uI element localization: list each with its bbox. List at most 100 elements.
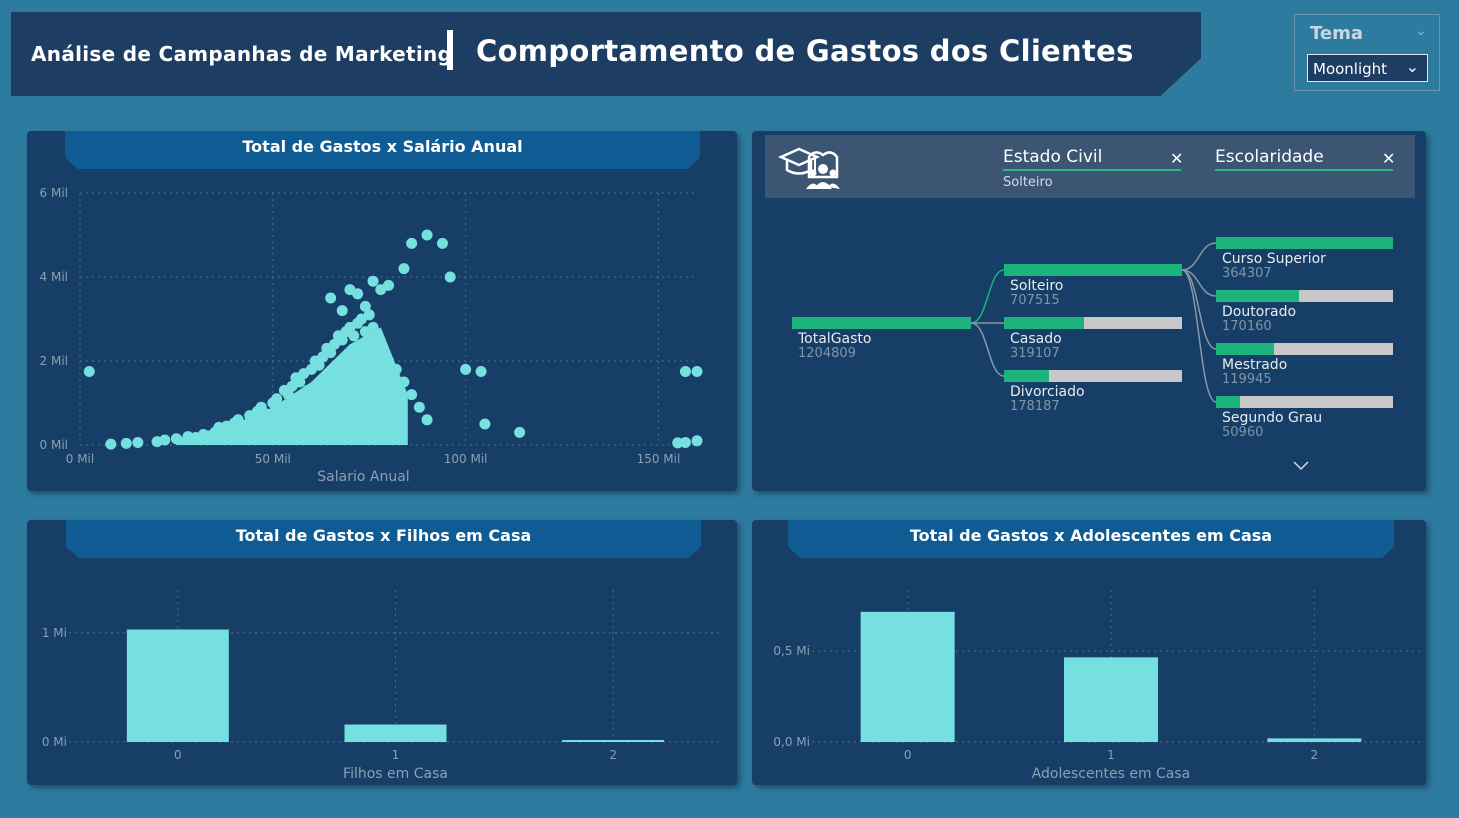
scatter-point [691,366,703,377]
tree-node-root[interactable]: TotalGasto 1204809 [792,317,971,362]
scatter-point [679,436,691,448]
node-value: 119945 [1222,372,1272,387]
node-value: 50960 [1222,425,1264,440]
node-value: 707515 [1010,293,1060,308]
scatter-point [259,408,271,419]
node-bar-fill [792,317,971,329]
x-tick-label: 1 [392,748,400,762]
node-label: Casado [1010,331,1062,347]
scatter-point [159,434,171,446]
node-label: Solteiro [1010,278,1064,294]
scatter-point [83,366,95,377]
node-bar-fill [1004,264,1182,276]
y-tick-label: 0,5 Mi [773,644,810,658]
node-bar-track [1216,396,1393,408]
node-label: Doutorado [1222,304,1297,320]
scatter-point [460,363,472,375]
scatter-point [398,263,410,275]
node-bar-fill [1216,290,1299,302]
scatter-chart[interactable]: 0 Mil 2 Mil 4 Mil 6 Mil 0 Mil 50 Mil 100 Mil 15… [27,131,737,491]
tree-node-mestrado[interactable]: Mestrado 119945 [1216,343,1393,388]
chevron-down-icon[interactable] [1291,459,1311,473]
node-value: 170160 [1222,319,1272,334]
theme-dropdown[interactable]: Moonlight ⌄ [1307,54,1428,82]
scatter-point [475,366,487,377]
x-tick-label: 2 [609,748,617,762]
x-tick-label: 0 Mil [66,452,94,466]
y-tick-label: 0 Mil [40,438,68,452]
node-label: TotalGasto [798,331,872,347]
adolescentes-bar-panel: Total de Gastos x Adolescentes em Casa 0… [752,520,1426,785]
y-tick-label: 6 Mil [40,186,68,200]
node-bar-fill [1216,343,1274,355]
x-tick-label: 2 [1311,748,1319,762]
x-axis-title: Adolescentes em Casa [1032,766,1191,782]
node-value: 178187 [1010,399,1060,414]
x-axis-title: Salario Anual [317,469,409,485]
scatter-point [691,435,703,447]
scatter-point [375,342,387,354]
theme-slicer: Tema ⌄ Moonlight ⌄ [1294,14,1440,91]
x-tick-label: 50 Mil [255,452,291,466]
y-tick-label: 4 Mil [40,270,68,284]
scatter-point [383,355,394,367]
node-bar-fill [1216,237,1393,249]
node-value: 364307 [1222,266,1272,281]
scatter-point [170,433,182,445]
theme-header-chevron-icon[interactable]: ⌄ [1415,23,1427,39]
tree-node-solteiro[interactable]: Solteiro 707515 [1004,264,1182,309]
scatter-point [444,271,456,283]
scatter-point [514,426,526,438]
node-label: Mestrado [1222,357,1288,373]
y-tick-label: 1 Mi [42,626,67,640]
x-tick-label: 0 [174,748,182,762]
bar [344,724,447,742]
scatter-point [336,305,348,317]
x-tick-label: 100 Mil [444,452,488,466]
scatter-point [132,436,144,448]
node-label: Curso Superior [1222,251,1326,267]
node-label: Divorciado [1010,384,1085,400]
node-bar-fill [1004,317,1084,329]
bar [562,740,665,742]
report-title: Comportamento de Gastos dos Clientes [476,34,1134,68]
tree-node-doutorado[interactable]: Doutorado 170160 [1216,290,1393,335]
scatter-point [275,401,287,413]
scatter-point [398,376,410,388]
scatter-point [236,422,248,434]
tree-node-divorciado[interactable]: Divorciado 178187 [1004,370,1182,415]
scatter-panel: Total de Gastos x Salário Anual 0 Mil 2 M… [27,131,737,491]
scatter-point [479,418,491,430]
report-header: Análise de Campanhas de Marketing Compor… [11,12,1201,96]
x-tick-label: 150 Mil [637,452,681,466]
adolescentes-bar-chart[interactable]: 0,0 Mi 0,5 Mi 0 1 2 Adolescentes em Casa [752,520,1426,785]
node-bar-fill [1004,370,1049,382]
bar [1064,657,1158,742]
chevron-down-icon: ⌄ [1405,57,1419,76]
filhos-bar-panel: Total de Gastos x Filhos em Casa 0 Mi 1 M… [27,520,737,785]
tree-node-segundo-grau[interactable]: Segundo Grau 50960 [1216,396,1393,441]
node-value: 1204809 [798,346,856,361]
scatter-point [302,384,314,396]
tree-node-casado[interactable]: Casado 319107 [1004,317,1182,362]
scatter-point [421,414,433,426]
scatter-point [406,237,418,249]
node-label: Segundo Grau [1222,410,1323,426]
scatter-point [359,300,371,312]
header-separator [447,30,453,70]
filhos-bar-chart[interactable]: 0 Mi 1 Mi 0 1 2 Filhos em Casa [27,520,737,785]
bar [126,629,229,742]
tree-node-curso-superior[interactable]: Curso Superior 364307 [1216,237,1393,282]
theme-selected-value: Moonlight [1313,60,1388,78]
x-tick-label: 1 [1107,748,1115,762]
scatter-point [105,438,117,450]
node-value: 319107 [1010,346,1060,361]
bar [1267,738,1362,742]
scatter-point [679,366,691,377]
x-tick-label: 0 [904,748,912,762]
scatter-point [367,321,379,333]
y-tick-label: 0 Mi [42,735,67,749]
bar [860,611,955,742]
node-bar-fill [1216,396,1240,408]
scatter-point [367,275,379,287]
